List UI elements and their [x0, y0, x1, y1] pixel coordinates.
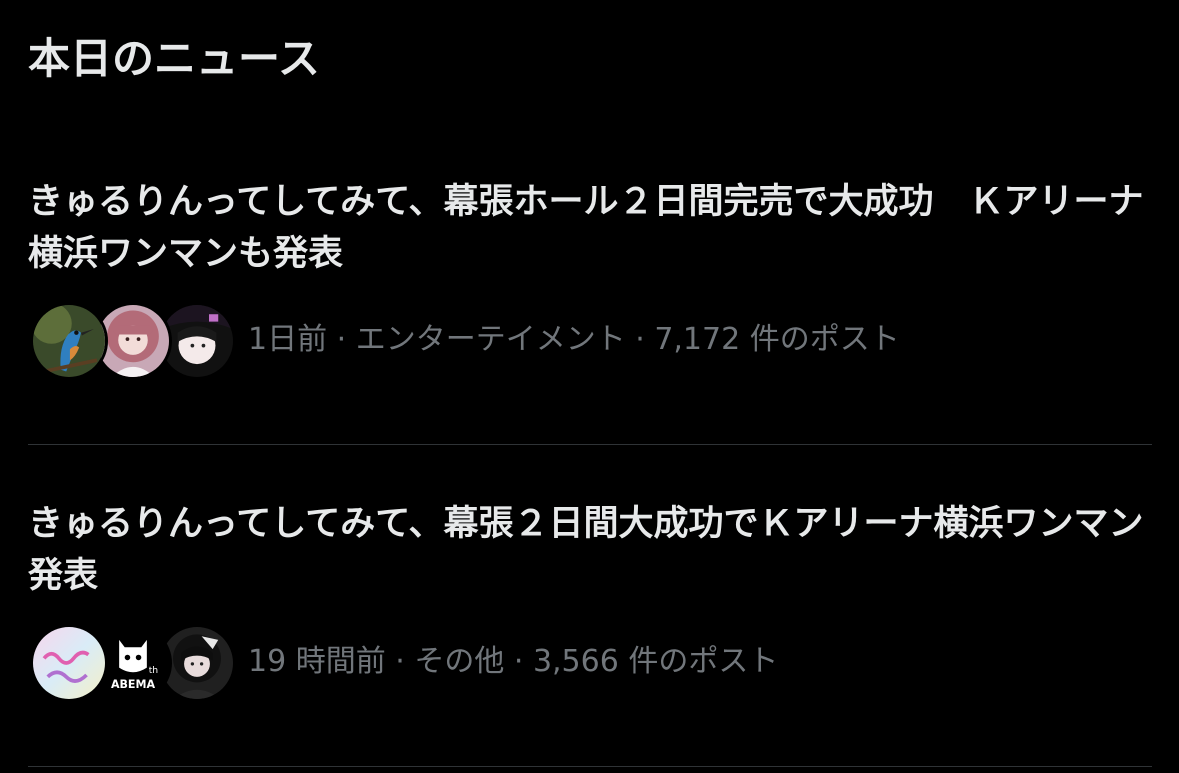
avatar-group: th ABEMA	[30, 622, 236, 706]
meta-separator: ·	[504, 644, 533, 679]
news-time: 1日前	[248, 322, 328, 357]
news-item-2[interactable]: きゅるりんってしてみて、幕張２日間大成功でＫアリーナ横浜ワンマン発表 th AB…	[0, 498, 1179, 766]
news-item-1[interactable]: きゅるりんってしてみて、幕張ホール２日間完売で大成功 Ｋアリーナ横浜ワンマンも発…	[0, 176, 1179, 444]
news-post-count: 3,566 件のポスト	[532, 644, 779, 679]
news-category: その他	[414, 644, 505, 679]
divider	[28, 444, 1152, 445]
divider	[28, 766, 1152, 767]
news-meta-text: 19 時間前 · その他 · 3,566 件のポスト	[248, 640, 778, 684]
meta-separator: ·	[385, 644, 415, 679]
kingfisher-avatar	[30, 302, 108, 380]
meta-separator: ·	[327, 322, 356, 357]
abema-logo-sup: th	[149, 665, 159, 676]
news-meta-text: 1日前 · エンターテイメント · 7,172 件のポスト	[248, 318, 900, 362]
news-headline[interactable]: きゅるりんってしてみて、幕張ホール２日間完売で大成功 Ｋアリーナ横浜ワンマンも発…	[28, 176, 1153, 280]
news-time: 19 時間前	[248, 644, 386, 679]
news-headline[interactable]: きゅるりんってしてみて、幕張２日間大成功でＫアリーナ横浜ワンマン発表	[28, 498, 1153, 602]
news-category: エンターテイメント	[355, 322, 626, 357]
kyururin-logo-avatar	[30, 624, 108, 702]
avatar-group	[30, 300, 236, 384]
news-post-count: 7,172 件のポスト	[654, 322, 900, 357]
meta-separator: ·	[625, 322, 655, 357]
section-title: 本日のニュース	[28, 34, 320, 83]
abema-logo-text: ABEMA	[111, 678, 156, 691]
